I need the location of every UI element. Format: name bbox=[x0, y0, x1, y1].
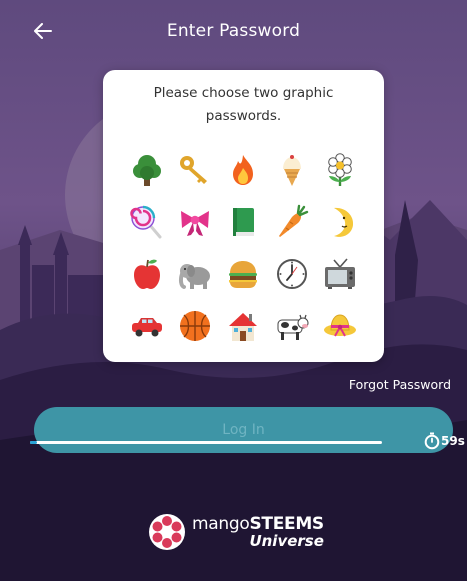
password-option-flower[interactable] bbox=[316, 144, 364, 196]
password-option-carrot[interactable] bbox=[268, 196, 316, 248]
house-icon bbox=[229, 313, 258, 341]
tv-icon bbox=[324, 258, 355, 289]
password-option-elephant[interactable] bbox=[171, 248, 219, 300]
brand-name-part-1: mango bbox=[192, 513, 250, 534]
header: Enter Password bbox=[0, 0, 467, 62]
password-option-car[interactable] bbox=[123, 300, 171, 352]
brand-subtitle: Universe bbox=[249, 531, 324, 550]
password-option-hat[interactable] bbox=[316, 300, 364, 352]
password-option-house[interactable] bbox=[219, 300, 267, 352]
password-option-burger[interactable] bbox=[219, 248, 267, 300]
password-option-cow[interactable] bbox=[268, 300, 316, 352]
password-option-clock[interactable] bbox=[268, 248, 316, 300]
countdown-progress-bar bbox=[30, 441, 382, 444]
countdown-timer: 59s bbox=[424, 432, 465, 450]
flower-icon bbox=[328, 153, 352, 186]
lollipop-icon bbox=[130, 205, 162, 239]
password-option-apple[interactable] bbox=[123, 248, 171, 300]
hat-icon bbox=[323, 314, 356, 337]
password-option-tv[interactable] bbox=[316, 248, 364, 300]
moon-icon bbox=[333, 207, 353, 237]
key-icon bbox=[180, 156, 208, 184]
icon-grid bbox=[123, 144, 364, 352]
password-option-fire[interactable] bbox=[219, 144, 267, 196]
forgot-password-link[interactable]: Forgot Password bbox=[349, 377, 451, 392]
password-option-moon[interactable] bbox=[316, 196, 364, 248]
mango-flower-logo-icon bbox=[149, 514, 185, 550]
password-option-key[interactable] bbox=[171, 144, 219, 196]
countdown-progress-fill bbox=[30, 441, 38, 444]
carrot-icon bbox=[278, 204, 308, 237]
cow-icon bbox=[277, 314, 309, 340]
car-icon bbox=[132, 318, 163, 337]
tree-icon bbox=[133, 155, 162, 186]
instruction-text: Please choose two graphic passwords. bbox=[153, 85, 334, 124]
bow-icon bbox=[181, 211, 210, 236]
password-option-bow[interactable] bbox=[171, 196, 219, 248]
stopwatch-icon bbox=[424, 432, 440, 450]
countdown-value: 59s bbox=[441, 434, 465, 448]
password-option-basketball[interactable] bbox=[171, 300, 219, 352]
page-title: Enter Password bbox=[166, 21, 301, 41]
basketball-icon bbox=[180, 311, 211, 341]
ice-cream-icon bbox=[282, 155, 301, 186]
book-icon bbox=[233, 208, 255, 236]
elephant-icon bbox=[179, 264, 211, 289]
burger-icon bbox=[229, 261, 258, 288]
password-option-ice-cream[interactable] bbox=[268, 144, 316, 196]
password-option-lollipop[interactable] bbox=[123, 196, 171, 248]
brand-logo: mangoSTEEMS Universe bbox=[148, 513, 324, 551]
password-option-book[interactable] bbox=[219, 196, 267, 248]
back-button[interactable] bbox=[30, 18, 56, 44]
brand-name-part-2: STEEMS bbox=[249, 513, 324, 534]
apple-icon bbox=[134, 259, 161, 289]
graphic-password-card: Please choose two graphic passwords. bbox=[103, 70, 384, 362]
password-option-tree[interactable] bbox=[123, 144, 171, 196]
login-button[interactable]: Log In bbox=[34, 407, 453, 453]
arrow-left-icon bbox=[34, 23, 52, 39]
clock-icon bbox=[276, 259, 307, 289]
fire-icon bbox=[233, 155, 254, 185]
